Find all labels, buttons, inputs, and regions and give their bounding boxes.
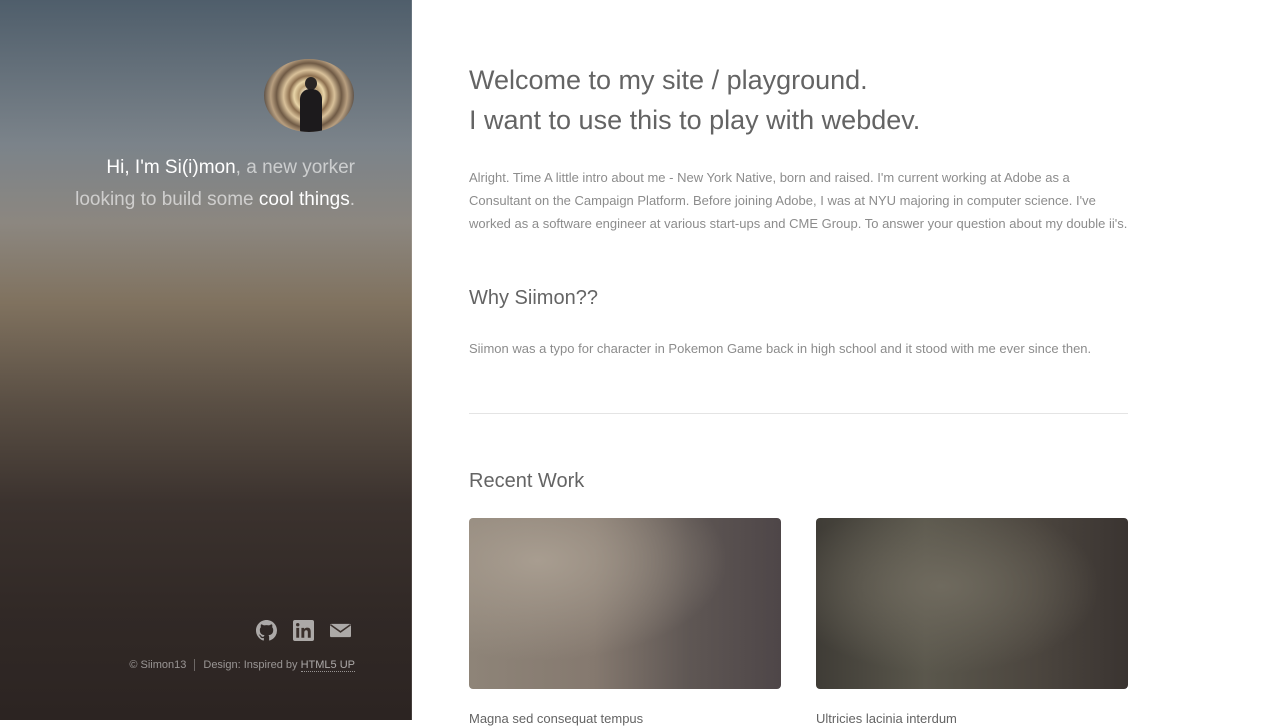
envelope-icon[interactable] xyxy=(330,620,351,641)
page-title-line-2: I want to use this to play with webdev. xyxy=(469,105,921,135)
credits-separator xyxy=(194,659,196,672)
why-heading: Why Siimon?? xyxy=(469,287,598,309)
work-thumbnail[interactable] xyxy=(816,518,1128,689)
sidebar: Hi, I'm Si(i)mon, a new yorker looking t… xyxy=(0,0,412,720)
footer-credits: © Siimon13 Design: Inspired by HTML5 UP xyxy=(100,659,355,672)
avatar[interactable] xyxy=(264,59,354,132)
design-credit-text: Design: Inspired by xyxy=(203,659,301,671)
work-item[interactable]: Magna sed consequat tempus xyxy=(469,518,781,726)
intro-end: . xyxy=(349,188,355,210)
work-caption[interactable]: Ultricies lacinia interdum xyxy=(816,711,1128,726)
recent-work-heading: Recent Work xyxy=(469,470,585,492)
social-links xyxy=(256,620,351,641)
copyright-text: © Siimon13 xyxy=(129,659,187,671)
intro-name: Hi, I'm Si(i)mon xyxy=(106,157,236,178)
main-content: Welcome to my site / playground. I want … xyxy=(469,0,1129,726)
why-paragraph: Siimon was a typo for character in Pokem… xyxy=(469,341,1092,356)
section-divider xyxy=(469,413,1128,414)
avatar-person xyxy=(300,89,322,132)
work-caption[interactable]: Magna sed consequat tempus xyxy=(469,711,781,726)
work-thumbnail[interactable] xyxy=(469,518,781,689)
intro-text: Hi, I'm Si(i)mon, a new yorker looking t… xyxy=(60,152,355,215)
page-title: Welcome to my site / playground. I want … xyxy=(469,60,1129,140)
linkedin-icon[interactable] xyxy=(293,620,314,641)
work-item[interactable]: Ultricies lacinia interdum xyxy=(816,518,1128,726)
github-icon[interactable] xyxy=(256,620,277,641)
html5up-link[interactable]: HTML5 UP xyxy=(300,659,355,672)
about-paragraph: Alright. Time A little intro about me - … xyxy=(469,170,1128,231)
intro-emphasis: cool things xyxy=(258,188,350,210)
page-title-line-1: Welcome to my site / playground. xyxy=(469,65,868,95)
